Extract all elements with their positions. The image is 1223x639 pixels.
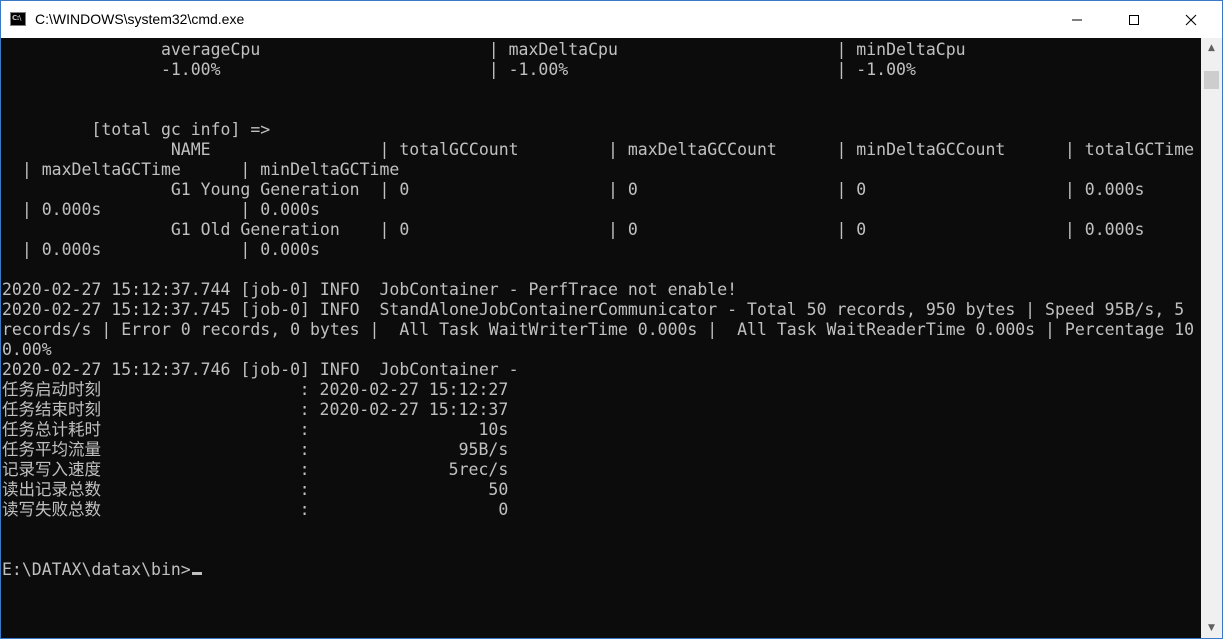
console-line: 任务启动时刻 : 2020-02-27 15:12:27 [2, 380, 509, 399]
console-line: records/s | Error 0 records, 0 bytes | A… [2, 320, 1195, 339]
minimize-button[interactable] [1052, 1, 1102, 38]
cmd-window: C:\ C:\WINDOWS\system32\cmd.exe averageC… [0, 0, 1223, 639]
scroll-up-arrow-icon[interactable]: ▲ [1201, 38, 1222, 58]
window-title: C:\WINDOWS\system32\cmd.exe [35, 11, 245, 27]
console-line: -1.00% | -1.00% | -1.00% [2, 60, 916, 79]
console-line: 0.00% [2, 340, 52, 359]
console-line: 任务平均流量 : 95B/s [2, 440, 509, 459]
console-line: G1 Old Generation | 0 | 0 | 0 | 0.000s [2, 220, 1145, 239]
console-line: G1 Young Generation | 0 | 0 | 0 | 0.000s [2, 180, 1145, 199]
console-line: 2020-02-27 15:12:37.746 [job-0] INFO Job… [2, 360, 519, 379]
console-line: averageCpu | maxDeltaCpu | minDeltaCpu [2, 40, 966, 59]
console-line: 2020-02-27 15:12:37.744 [job-0] INFO Job… [2, 280, 738, 299]
vertical-scrollbar[interactable]: ▲ ▼ [1201, 38, 1222, 638]
title-bar[interactable]: C:\ C:\WINDOWS\system32\cmd.exe [1, 1, 1222, 38]
console-line: | 0.000s | 0.000s [2, 240, 320, 259]
close-button[interactable] [1166, 1, 1216, 38]
cmd-icon[interactable]: C:\ [10, 12, 26, 26]
console-line: 任务结束时刻 : 2020-02-27 15:12:37 [2, 400, 509, 419]
minimize-icon [1072, 19, 1082, 20]
maximize-icon [1129, 14, 1139, 25]
command-prompt: E:\DATAX\datax\bin> [2, 560, 202, 580]
console-line: [total gc info] => [2, 120, 271, 139]
maximize-button[interactable] [1109, 1, 1159, 38]
console-line: 任务总计耗时 : 10s [2, 420, 509, 439]
console-line: 记录写入速度 : 5rec/s [2, 460, 509, 479]
console-line: 读出记录总数 : 50 [2, 480, 509, 499]
console-line: NAME | totalGCCount | maxDeltaGCCount | … [2, 140, 1195, 159]
console-line: 2020-02-27 15:12:37.745 [job-0] INFO Sta… [2, 300, 1185, 319]
console-line: | maxDeltaGCTime | minDeltaGCTime [2, 160, 400, 179]
console-line: | 0.000s | 0.000s [2, 200, 320, 219]
console-line: 读写失败总数 : 0 [2, 500, 509, 519]
scrollbar-thumb[interactable] [1204, 71, 1219, 89]
console-output[interactable]: averageCpu | maxDeltaCpu | minDeltaCpu -… [1, 38, 1201, 638]
close-icon [1185, 14, 1197, 25]
cmd-icon-text: C:\ [12, 14, 22, 22]
text-cursor [191, 572, 202, 575]
scroll-down-arrow-icon[interactable]: ▼ [1201, 618, 1222, 638]
